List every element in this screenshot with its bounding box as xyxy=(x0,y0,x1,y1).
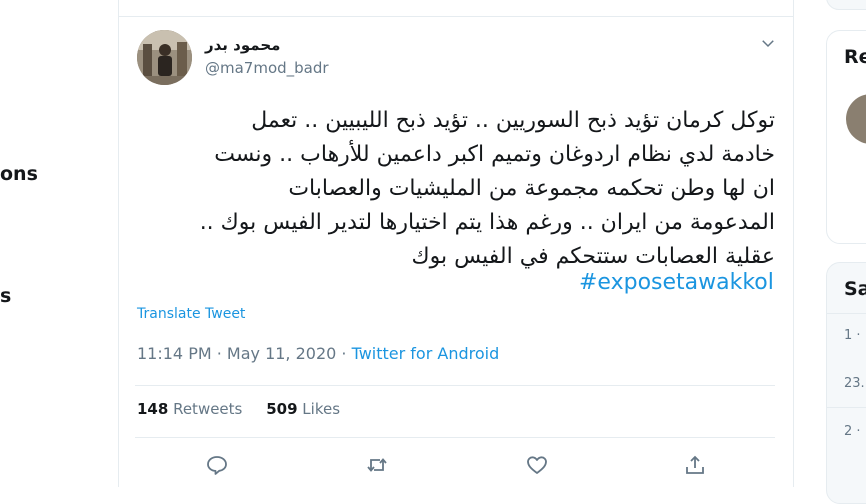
tweet-text-line: خادمة لدي نظام اردوغان وتميم اكبر داعمين… xyxy=(214,142,775,167)
divider xyxy=(135,437,775,438)
tweet-text-line: عقلية العصابات ستتحكم في الفيس بوك xyxy=(411,244,776,269)
author-handle[interactable]: @ma7mod_badr xyxy=(205,59,329,77)
share-icon[interactable] xyxy=(683,453,707,477)
trend-item[interactable]: 2 · xyxy=(844,424,861,439)
tweet-detail: محمود بدر @ma7mod_badr توكل كرمان تؤيد ذ… xyxy=(118,0,794,487)
tweet-text: توكل كرمان تؤيد ذبح السوريين .. تؤيد ذبح… xyxy=(135,104,775,274)
reply-icon[interactable] xyxy=(205,453,229,477)
source-link[interactable]: Twitter for Android xyxy=(352,344,500,363)
likes-stat[interactable]: 509 Likes xyxy=(266,400,340,418)
heart-icon[interactable] xyxy=(525,453,549,477)
retweets-label: Retweets xyxy=(168,400,243,418)
trend-item[interactable]: 23. xyxy=(844,376,865,391)
divider xyxy=(826,407,866,408)
translate-tweet-link[interactable]: Translate Tweet xyxy=(137,306,245,322)
tweet-text-line: توكل كرمان تؤيد ذبح السوريين .. تؤيد ذبح… xyxy=(251,108,775,133)
nav-item-bookmarks[interactable]: s xyxy=(0,285,11,307)
card-title: Re xyxy=(844,46,866,68)
avatar[interactable] xyxy=(137,30,192,85)
right-sidebar: Re Sa 1 · 23. 2 · xyxy=(826,0,866,504)
chevron-down-icon[interactable] xyxy=(759,34,777,52)
likes-label: Likes xyxy=(297,400,341,418)
tweet-text-line: المدعومة من ايران .. ورغم هذا يتم اختيار… xyxy=(199,210,775,235)
search-box[interactable] xyxy=(826,0,866,10)
card-title: Sa xyxy=(844,278,866,300)
author-name[interactable]: محمود بدر xyxy=(205,36,280,54)
tweet-stats: 148 Retweets 509 Likes xyxy=(137,400,340,418)
divider xyxy=(826,313,866,314)
divider xyxy=(135,385,775,386)
retweets-count: 148 xyxy=(137,400,169,418)
tweet-text-line: ان لها وطن تحكمه مجموعة من المليشيات وال… xyxy=(288,176,775,201)
retweets-stat[interactable]: 148 Retweets xyxy=(137,400,242,418)
retweet-icon[interactable] xyxy=(365,453,389,477)
divider xyxy=(119,16,793,17)
hashtag-link[interactable]: #exposetawakkol xyxy=(579,270,774,295)
left-navigation: ons s xyxy=(0,0,118,487)
tweet-meta: 11:14 PM · May 11, 2020 · Twitter for An… xyxy=(137,344,499,363)
nav-item-notifications[interactable]: ons xyxy=(0,163,38,185)
timestamp[interactable]: 11:14 PM · May 11, 2020 · xyxy=(137,344,352,363)
trend-item[interactable]: 1 · xyxy=(844,328,861,343)
likes-count: 509 xyxy=(266,400,298,418)
